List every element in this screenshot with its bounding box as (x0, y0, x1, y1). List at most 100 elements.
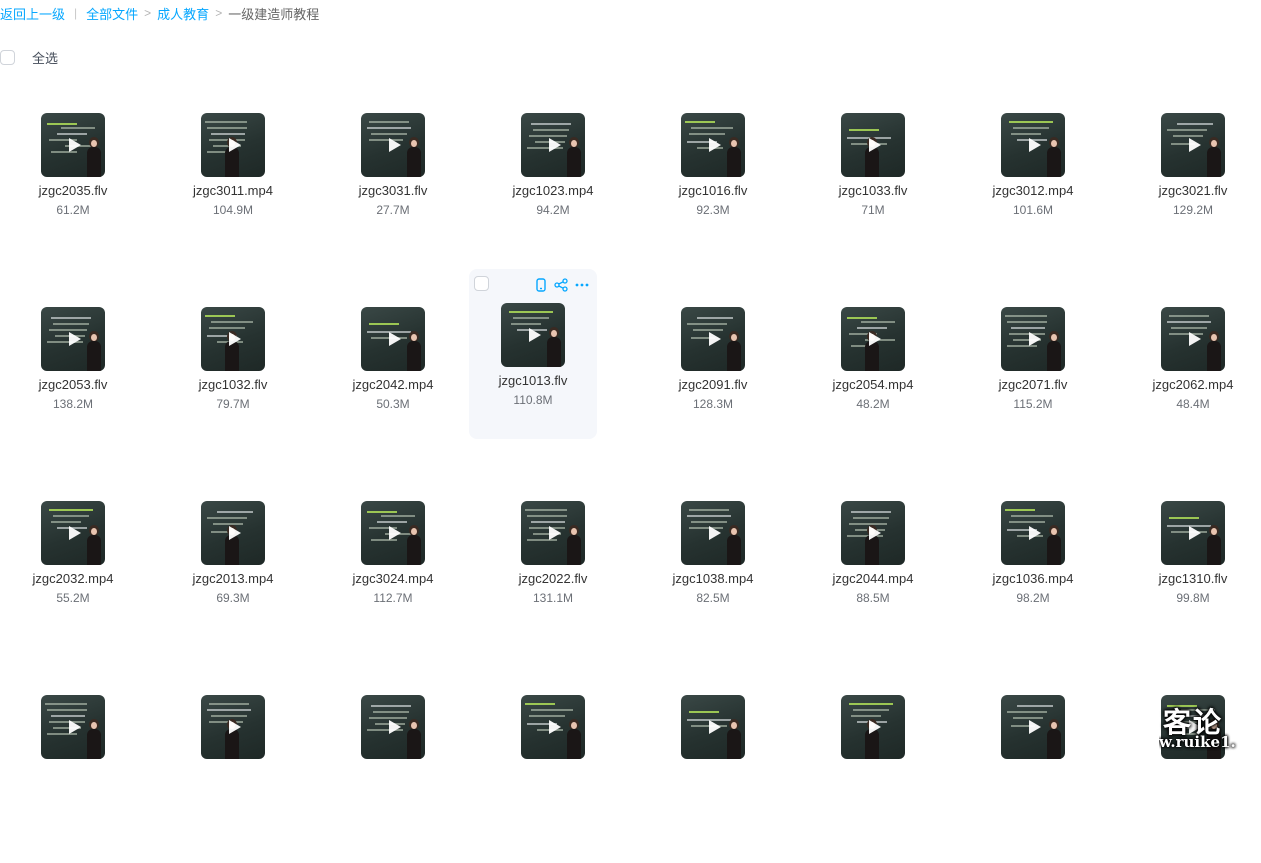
thumbnail-text-line (49, 329, 87, 331)
lecturer-figure (1047, 525, 1061, 565)
video-thumbnail[interactable] (201, 695, 265, 759)
file-size: 61.2M (56, 203, 90, 217)
play-icon (709, 138, 721, 152)
file-name: jzgc2062.mp4 (1152, 377, 1234, 392)
video-thumbnail[interactable] (681, 113, 745, 177)
file-item[interactable] (969, 691, 1097, 863)
file-size: 55.2M (56, 591, 90, 605)
video-thumbnail[interactable] (681, 307, 745, 371)
video-thumbnail[interactable] (41, 113, 105, 177)
file-size: 27.7M (376, 203, 410, 217)
video-thumbnail[interactable] (841, 113, 905, 177)
thumbnail-text-line (209, 327, 245, 329)
thumbnail-text-line (849, 129, 879, 131)
thumbnail-text-line (377, 521, 407, 523)
video-thumbnail[interactable] (41, 695, 105, 759)
file-item[interactable]: jzgc1013.flv 110.8M (469, 269, 597, 439)
file-name: jzgc2071.flv (998, 377, 1068, 392)
video-thumbnail[interactable] (841, 501, 905, 565)
video-thumbnail[interactable] (681, 501, 745, 565)
file-item[interactable]: jzgc3012.mp4 101.6M (969, 109, 1097, 281)
file-item[interactable]: jzgc2013.mp4 69.3M (169, 497, 297, 669)
video-thumbnail[interactable] (361, 307, 425, 371)
video-thumbnail[interactable] (521, 113, 585, 177)
file-size: 115.2M (1013, 397, 1053, 411)
video-thumbnail[interactable] (201, 113, 265, 177)
file-item[interactable]: jzgc2053.flv 138.2M (9, 303, 137, 475)
file-item[interactable]: jzgc2042.mp4 50.3M (329, 303, 457, 475)
file-item[interactable]: jzgc1023.mp4 94.2M (489, 109, 617, 281)
play-icon (1189, 138, 1201, 152)
video-thumbnail[interactable] (1161, 113, 1225, 177)
file-item[interactable]: jzgc1016.flv 92.3M (649, 109, 777, 281)
file-item[interactable]: jzgc1036.mp4 98.2M (969, 497, 1097, 669)
file-item[interactable] (649, 691, 777, 863)
thumbnail-text-line (529, 715, 565, 717)
file-item[interactable]: jzgc2054.mp4 48.2M (809, 303, 937, 475)
file-item[interactable]: jzgc2022.flv 131.1M (489, 497, 617, 669)
file-checkbox[interactable] (474, 276, 489, 291)
file-item[interactable]: jzgc3031.flv 27.7M (329, 109, 457, 281)
file-size: 71M (861, 203, 885, 217)
lecturer-figure (727, 331, 741, 371)
video-thumbnail[interactable] (1001, 501, 1065, 565)
video-thumbnail[interactable] (841, 695, 905, 759)
file-item[interactable] (329, 691, 457, 863)
file-item[interactable] (809, 691, 937, 863)
video-thumbnail[interactable] (41, 501, 105, 565)
file-item[interactable]: jzgc1310.flv 99.8M (1129, 497, 1257, 669)
video-thumbnail[interactable] (681, 695, 745, 759)
more-icon[interactable] (575, 278, 589, 292)
video-thumbnail[interactable] (361, 113, 425, 177)
file-item[interactable] (169, 691, 297, 863)
file-item[interactable]: jzgc1032.flv 79.7M (169, 303, 297, 475)
thumbnail-text-line (45, 703, 87, 705)
video-thumbnail[interactable] (501, 303, 565, 367)
file-item[interactable] (9, 691, 137, 863)
file-item[interactable]: jzgc3024.mp4 112.7M (329, 497, 457, 669)
file-name: jzgc3024.mp4 (352, 571, 434, 586)
thumbnail-text-line (689, 711, 719, 713)
share-icon[interactable] (554, 278, 568, 292)
thumbnail-text-line (369, 717, 407, 719)
file-item[interactable]: jzgc1033.flv 71M (809, 109, 937, 281)
play-icon (229, 526, 241, 540)
thumbnail-text-line (1167, 129, 1207, 131)
video-thumbnail[interactable] (1161, 501, 1225, 565)
video-thumbnail[interactable] (41, 307, 105, 371)
thumbnail-text-line (697, 317, 733, 319)
video-thumbnail[interactable] (841, 307, 905, 371)
thumbnail-text-line (1017, 705, 1053, 707)
file-item[interactable]: jzgc1038.mp4 82.5M (649, 497, 777, 669)
video-thumbnail[interactable] (361, 695, 425, 759)
file-item[interactable] (489, 691, 617, 863)
lecturer-figure (1207, 331, 1221, 371)
video-thumbnail[interactable] (1161, 307, 1225, 371)
thumbnail-text-line (861, 321, 895, 323)
video-thumbnail[interactable] (361, 501, 425, 565)
video-thumbnail[interactable] (201, 307, 265, 371)
file-item[interactable]: jzgc2091.flv 128.3M (649, 303, 777, 475)
video-thumbnail[interactable] (521, 695, 585, 759)
video-thumbnail[interactable] (1001, 307, 1065, 371)
phone-icon[interactable] (535, 278, 547, 292)
video-thumbnail[interactable] (1001, 695, 1065, 759)
video-thumbnail[interactable] (201, 501, 265, 565)
file-item[interactable]: jzgc3021.flv 129.2M (1129, 109, 1257, 281)
play-icon (869, 526, 881, 540)
file-item[interactable]: jzgc2032.mp4 55.2M (9, 497, 137, 669)
file-item[interactable]: jzgc2044.mp4 88.5M (809, 497, 937, 669)
play-icon (709, 720, 721, 734)
thumbnail-text-line (211, 715, 247, 717)
video-thumbnail[interactable] (1001, 113, 1065, 177)
file-item[interactable]: jzgc2071.flv 115.2M (969, 303, 1097, 475)
file-size: 48.4M (1176, 397, 1210, 411)
file-item[interactable]: jzgc3011.mp4 104.9M (169, 109, 297, 281)
thumbnail-text-line (51, 317, 91, 319)
play-icon (869, 138, 881, 152)
thumbnail-text-line (367, 511, 397, 513)
file-item[interactable]: jzgc2062.mp4 48.4M (1129, 303, 1257, 475)
file-size: 129.2M (1172, 203, 1214, 217)
file-item[interactable]: jzgc2035.flv 61.2M (9, 109, 137, 281)
video-thumbnail[interactable] (521, 501, 585, 565)
